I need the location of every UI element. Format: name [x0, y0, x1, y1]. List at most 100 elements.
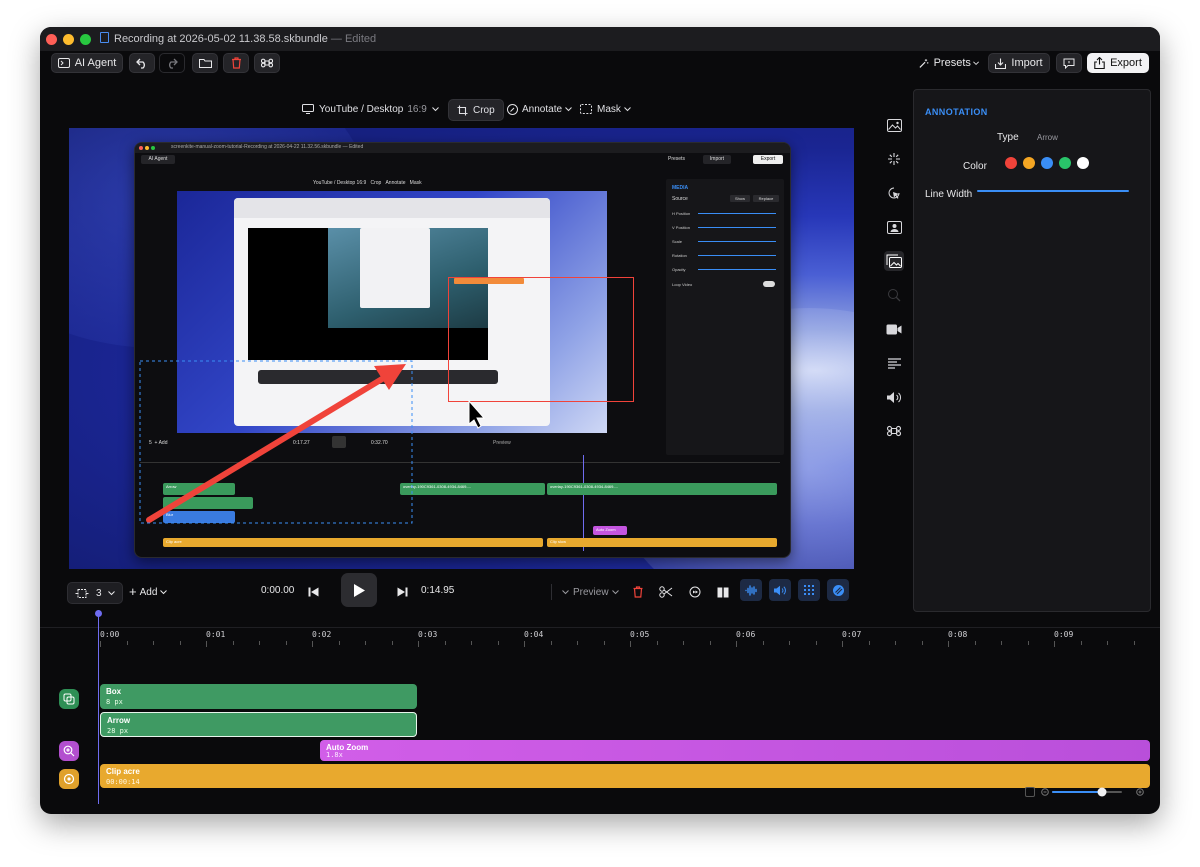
app-window: Recording at 2026-05-02 11.38.58.skbundl…: [40, 27, 1160, 814]
box-clip-name: Box: [106, 687, 122, 696]
chevron-down-icon: [107, 590, 115, 595]
import-button[interactable]: Import: [988, 53, 1050, 73]
overlay-media-icon[interactable]: [884, 251, 904, 271]
ruler-tick: [497, 641, 499, 645]
grid-button[interactable]: [798, 579, 820, 601]
presets-button[interactable]: Presets: [918, 53, 980, 73]
add-button[interactable]: + Add: [129, 579, 168, 605]
blur-button[interactable]: [827, 579, 849, 601]
ruler-label: 0:00: [100, 630, 120, 639]
chevron-down-icon: [431, 106, 439, 111]
type-value[interactable]: Arrow: [1037, 133, 1058, 142]
split-button[interactable]: [659, 579, 673, 605]
speed-button[interactable]: [689, 579, 701, 605]
timeline-playhead[interactable]: [98, 610, 99, 804]
layers-button[interactable]: 3: [67, 582, 123, 604]
annotate-label: Annotate: [522, 103, 563, 115]
trash-icon: [633, 586, 643, 598]
volume-icon[interactable]: [884, 387, 904, 407]
waveform-button[interactable]: [740, 579, 762, 601]
add-label: Add: [139, 586, 158, 598]
preview-dropdown[interactable]: Preview: [562, 579, 619, 605]
command-icon: [261, 58, 273, 68]
export-button[interactable]: Export: [1087, 53, 1149, 73]
arrow-clip[interactable]: Arrow 28 px: [100, 712, 417, 737]
ruler-tick: [285, 641, 287, 645]
minimize-window-button[interactable]: [63, 34, 74, 45]
timeline-zoom-control[interactable]: [1025, 787, 1150, 797]
layers-count: 3: [96, 587, 102, 599]
search-zoom-icon[interactable]: [884, 285, 904, 305]
skip-back-button[interactable]: [308, 579, 319, 605]
ruler-label: 0:07: [842, 630, 862, 639]
open-folder-button[interactable]: [192, 53, 218, 73]
magic-wand-icon: [919, 58, 929, 68]
ruler-tick: [365, 641, 366, 645]
play-button[interactable]: [341, 573, 377, 607]
redo-button[interactable]: [159, 53, 185, 73]
arrow-annotation-layer: [139, 360, 486, 524]
command-icon[interactable]: [884, 421, 904, 441]
ai-agent-button[interactable]: AI Agent: [51, 53, 123, 73]
delete-button[interactable]: [223, 53, 249, 73]
timeline-delete-button[interactable]: [633, 579, 643, 605]
ruler-tick: [1107, 641, 1108, 645]
playhead-handle[interactable]: [95, 610, 102, 617]
skip-forward-button[interactable]: [397, 579, 408, 605]
auto-zoom-clip[interactable]: Auto Zoom 1.8x: [320, 740, 1150, 761]
type-label: Type: [997, 132, 1019, 143]
ruler-tick: [762, 641, 764, 645]
annotation-panel-title: ANNOTATION: [925, 107, 988, 117]
clip-acre[interactable]: Clip acre 00:00:14: [100, 764, 1150, 788]
color-swatch-blue[interactable]: [1041, 157, 1053, 169]
ruler-tick: [338, 641, 340, 645]
undo-button[interactable]: [129, 53, 155, 73]
sparkle-icon[interactable]: [884, 149, 904, 169]
ruler-tick: [789, 641, 790, 645]
zoom-track-icon[interactable]: [59, 741, 79, 761]
crop-button[interactable]: Crop: [448, 99, 504, 121]
audio-button[interactable]: [769, 579, 791, 601]
play-icon: [353, 583, 365, 597]
color-swatch-orange[interactable]: [1023, 157, 1035, 169]
zoom-window-button[interactable]: [80, 34, 91, 45]
preview-canvas[interactable]: screenkite-manual-zoom-tutorial-Recordin…: [69, 128, 854, 569]
cursor-click-icon[interactable]: [884, 183, 904, 203]
ruler-label: 0:06: [736, 630, 756, 639]
folder-icon: [198, 59, 212, 68]
line-width-slider[interactable]: [977, 190, 1129, 192]
preview-label: Preview: [573, 586, 609, 598]
captions-icon[interactable]: [884, 353, 904, 373]
shortcuts-button[interactable]: [254, 53, 280, 73]
arrow-annotation[interactable]: [146, 373, 390, 523]
video-camera-icon[interactable]: [884, 319, 904, 339]
ruler-label: 0:08: [948, 630, 968, 639]
box-clip[interactable]: Box 8 px: [100, 684, 417, 709]
cursor-pointer-icon: [468, 399, 486, 429]
person-frame-icon[interactable]: [884, 217, 904, 237]
clip-track-icon[interactable]: [59, 769, 79, 789]
feedback-button[interactable]: [1056, 53, 1082, 73]
aspect-ratio-value: 16:9: [407, 103, 427, 115]
ruler-tick: [974, 641, 976, 645]
ruler-tick: [736, 641, 737, 647]
image-icon[interactable]: [884, 115, 904, 135]
total-time: 0:14.95: [421, 585, 455, 596]
ruler-tick: [550, 641, 552, 645]
skip-back-icon: [308, 587, 319, 597]
annotate-dropdown[interactable]: Annotate: [507, 98, 572, 120]
ruler-tick: [126, 641, 128, 645]
close-window-button[interactable]: [46, 34, 57, 45]
color-swatch-green[interactable]: [1059, 157, 1071, 169]
main-toolbar: AI Agent Presets Import Export: [40, 51, 1160, 75]
split-view-button[interactable]: [717, 579, 729, 605]
aspect-ratio-dropdown[interactable]: YouTube / Desktop 16:9: [302, 98, 439, 120]
mask-label: Mask: [597, 103, 621, 115]
ruler-tick: [603, 641, 605, 645]
ruler-tick: [100, 641, 101, 647]
color-swatch-white[interactable]: [1077, 157, 1089, 169]
scissors-icon: [659, 586, 673, 598]
color-swatch-red[interactable]: [1005, 157, 1017, 169]
mask-dropdown[interactable]: Mask: [580, 98, 631, 120]
overlay-track-icon[interactable]: [59, 689, 79, 709]
